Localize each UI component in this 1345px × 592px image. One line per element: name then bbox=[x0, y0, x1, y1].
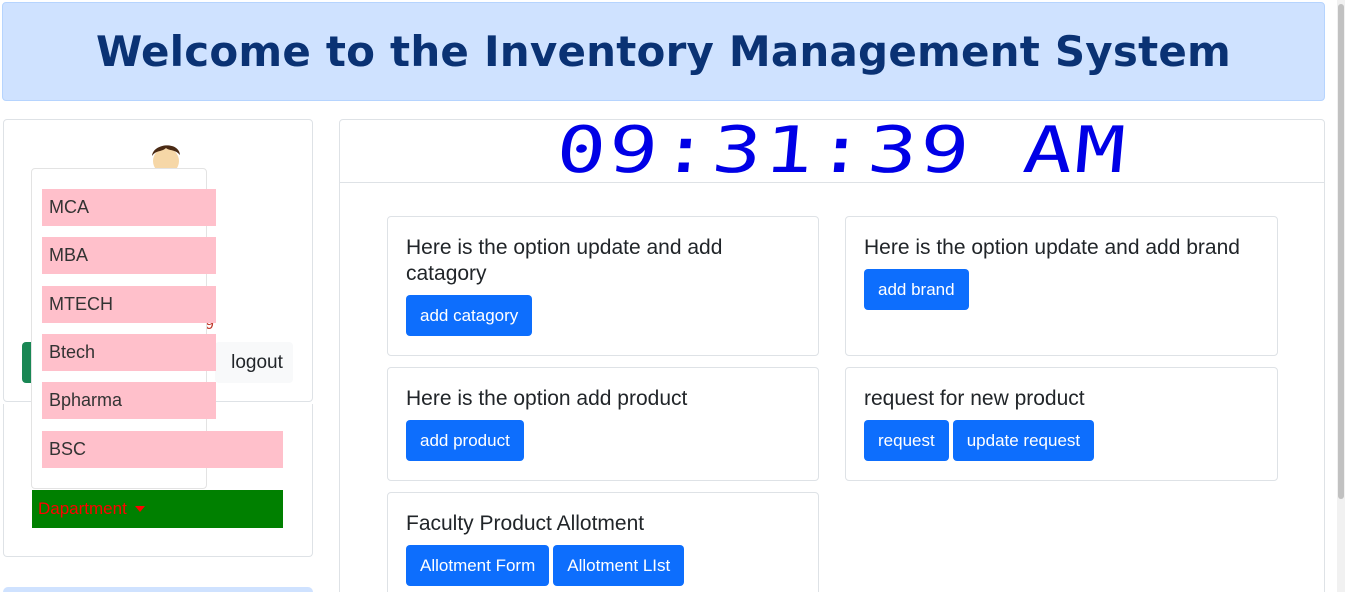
logout-button[interactable]: logout bbox=[215, 342, 293, 383]
department-dropdown-toggle[interactable]: Dapartment bbox=[32, 490, 283, 528]
department-item-mtech[interactable]: MTECH bbox=[42, 286, 216, 323]
request-button[interactable]: request bbox=[864, 420, 949, 461]
add-brand-button[interactable]: add brand bbox=[864, 269, 969, 310]
allotment-option-title: Faculty Product Allotment bbox=[406, 512, 645, 535]
caret-down-icon bbox=[134, 506, 145, 512]
product-option-card: Here is the option add product add produ… bbox=[387, 367, 819, 481]
allotment-form-button[interactable]: Allotment Form bbox=[406, 545, 550, 586]
add-product-button[interactable]: add product bbox=[406, 420, 524, 461]
add-category-button[interactable]: add catagory bbox=[406, 295, 533, 336]
product-option-title: Here is the option add product bbox=[406, 387, 688, 410]
brand-option-title: Here is the option update and add brand bbox=[864, 236, 1240, 259]
request-option-card: request for new product request update r… bbox=[845, 367, 1278, 481]
department-item-bpharma[interactable]: Bpharma bbox=[42, 382, 216, 419]
allotment-list-button[interactable]: Allotment LIst bbox=[553, 545, 685, 586]
clock-bar: 09:31:39 AM bbox=[340, 114, 1324, 188]
request-option-title: request for new product bbox=[864, 387, 1085, 410]
vertical-scrollbar[interactable] bbox=[1337, 0, 1345, 592]
sidebar-next-card bbox=[3, 587, 313, 592]
update-request-button[interactable]: update request bbox=[952, 420, 1095, 461]
department-toggle-label: Dapartment bbox=[38, 499, 127, 518]
department-item-btech[interactable]: Btech bbox=[42, 334, 216, 371]
brand-option-card: Here is the option update and add brand … bbox=[845, 216, 1278, 356]
allotment-option-card: Faculty Product Allotment Allotment Form… bbox=[387, 492, 819, 592]
page-header: Welcome to the Inventory Management Syst… bbox=[2, 2, 1325, 101]
department-item-mba[interactable]: MBA bbox=[42, 237, 216, 274]
department-item-bsc[interactable]: BSC bbox=[42, 431, 283, 468]
category-option-title: Here is the option update and add catago… bbox=[406, 236, 723, 285]
digital-clock: 09:31:39 AM bbox=[553, 114, 1131, 188]
scrollbar-thumb[interactable] bbox=[1338, 4, 1344, 499]
page-title: Welcome to the Inventory Management Syst… bbox=[95, 27, 1232, 76]
department-item-mca[interactable]: MCA bbox=[42, 189, 216, 226]
category-option-card: Here is the option update and add catago… bbox=[387, 216, 819, 356]
